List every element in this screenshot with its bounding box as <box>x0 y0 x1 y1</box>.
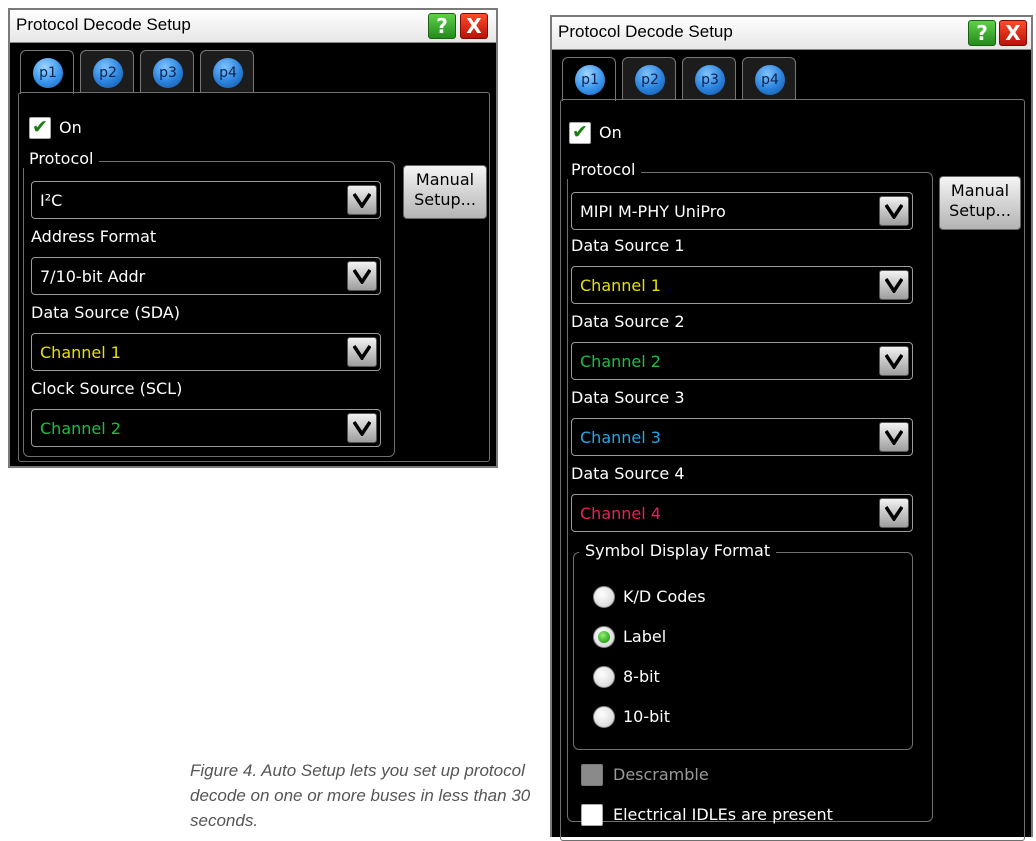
tab-panel: On Protocol MIPI M-PHY UniPro Data Sourc… <box>560 99 1025 841</box>
chevron-down-icon[interactable] <box>347 413 377 443</box>
data-source-value: Channel 1 <box>40 343 121 362</box>
help-button[interactable]: ? <box>428 13 456 39</box>
tab-label: p2 <box>93 58 123 88</box>
radio-label[interactable] <box>593 626 615 648</box>
address-format-label: Address Format <box>31 227 157 246</box>
manual-setup-line2: Setup... <box>414 190 476 209</box>
data-source-select[interactable]: Channel 1 <box>31 333 381 371</box>
protocol-select[interactable]: MIPI M-PHY UniPro <box>571 192 913 230</box>
descramble-label: Descramble <box>613 765 709 784</box>
radio-kd-codes[interactable] <box>593 586 615 608</box>
on-label: On <box>59 118 82 137</box>
protocol-value: MIPI M-PHY UniPro <box>580 202 726 221</box>
title-bar: Protocol Decode Setup ? X <box>552 17 1031 50</box>
tab-label: p3 <box>695 65 725 95</box>
data-source-label: Data Source (SDA) <box>31 303 180 322</box>
tab-panel: On Protocol I²C Address Format 7/10-bit … <box>18 92 490 462</box>
chevron-down-icon[interactable] <box>879 498 909 528</box>
tab-label: p2 <box>635 65 665 95</box>
chevron-down-icon[interactable] <box>879 196 909 226</box>
title-bar: Protocol Decode Setup ? X <box>10 10 496 43</box>
close-button[interactable]: X <box>999 20 1027 46</box>
chevron-down-icon[interactable] <box>879 422 909 452</box>
electrical-idles-label: Electrical IDLEs are present <box>613 805 833 824</box>
clock-source-label: Clock Source (SCL) <box>31 379 183 398</box>
chevron-down-icon[interactable] <box>347 185 377 215</box>
protocol-decode-dialog-unipro: Protocol Decode Setup ? X p1 p2 p3 p4 On… <box>550 15 1033 841</box>
manual-setup-button[interactable]: Manual Setup... <box>939 176 1021 230</box>
address-format-select[interactable]: 7/10-bit Addr <box>31 257 381 295</box>
clock-source-select[interactable]: Channel 2 <box>31 409 381 447</box>
data-source-2-label: Data Source 2 <box>571 312 685 331</box>
data-source-3-value: Channel 3 <box>580 428 661 447</box>
tab-p2[interactable]: p2 <box>80 50 134 92</box>
tab-label: p1 <box>575 65 605 95</box>
protocol-decode-dialog-i2c: Protocol Decode Setup ? X p1 p2 p3 p4 On… <box>8 8 498 468</box>
protocol-select[interactable]: I²C <box>31 181 381 219</box>
data-source-1-label: Data Source 1 <box>571 236 685 255</box>
data-source-3-select[interactable]: Channel 3 <box>571 418 913 456</box>
tab-p2[interactable]: p2 <box>622 57 676 99</box>
data-source-1-select[interactable]: Channel 1 <box>571 266 913 304</box>
data-source-4-select[interactable]: Channel 4 <box>571 494 913 532</box>
chevron-down-icon[interactable] <box>347 337 377 367</box>
dialog-title: Protocol Decode Setup <box>558 22 733 41</box>
manual-setup-line1: Manual <box>415 170 475 189</box>
dialog-title: Protocol Decode Setup <box>16 15 191 34</box>
close-button[interactable]: X <box>460 13 488 39</box>
on-label: On <box>599 123 622 142</box>
clock-source-value: Channel 2 <box>40 419 121 438</box>
data-source-1-value: Channel 1 <box>580 276 661 295</box>
chevron-down-icon[interactable] <box>879 270 909 300</box>
chevron-down-icon[interactable] <box>879 346 909 376</box>
radio-8-bit[interactable] <box>593 666 615 688</box>
data-source-4-value: Channel 4 <box>580 504 661 523</box>
tab-label: p1 <box>33 58 63 88</box>
data-source-4-label: Data Source 4 <box>571 464 685 483</box>
chevron-down-icon[interactable] <box>347 261 377 291</box>
tab-p4[interactable]: p4 <box>200 50 254 92</box>
radio-kd-codes-label: K/D Codes <box>623 587 706 606</box>
manual-setup-button[interactable]: Manual Setup... <box>403 165 487 219</box>
tab-p1[interactable]: p1 <box>20 50 74 94</box>
data-source-3-label: Data Source 3 <box>571 388 685 407</box>
radio-8-bit-label: 8-bit <box>623 667 660 686</box>
tab-p3[interactable]: p3 <box>140 50 194 92</box>
protocol-legend: Protocol <box>565 160 642 179</box>
on-checkbox[interactable] <box>29 116 51 139</box>
on-checkbox[interactable] <box>569 121 591 144</box>
tab-p1[interactable]: p1 <box>562 57 616 101</box>
manual-setup-line1: Manual <box>950 181 1010 200</box>
protocol-value: I²C <box>40 191 63 210</box>
radio-10-bit[interactable] <box>593 706 615 728</box>
radio-10-bit-label: 10-bit <box>623 707 671 726</box>
protocol-legend: Protocol <box>23 149 100 168</box>
help-button[interactable]: ? <box>968 20 996 46</box>
address-format-value: 7/10-bit Addr <box>40 267 146 286</box>
data-source-2-value: Channel 2 <box>580 352 661 371</box>
electrical-idles-checkbox[interactable] <box>581 804 603 826</box>
tab-label: p4 <box>755 65 785 95</box>
tab-label: p3 <box>153 58 183 88</box>
tab-label: p4 <box>213 58 243 88</box>
manual-setup-line2: Setup... <box>949 201 1011 220</box>
tab-p3[interactable]: p3 <box>682 57 736 99</box>
data-source-2-select[interactable]: Channel 2 <box>571 342 913 380</box>
radio-label-label: Label <box>623 627 667 646</box>
descramble-checkbox[interactable] <box>581 764 603 786</box>
tab-p4[interactable]: p4 <box>742 57 796 99</box>
symbol-format-legend: Symbol Display Format <box>579 541 777 560</box>
figure-caption: Figure 4. Auto Setup lets you set up pro… <box>190 761 531 830</box>
